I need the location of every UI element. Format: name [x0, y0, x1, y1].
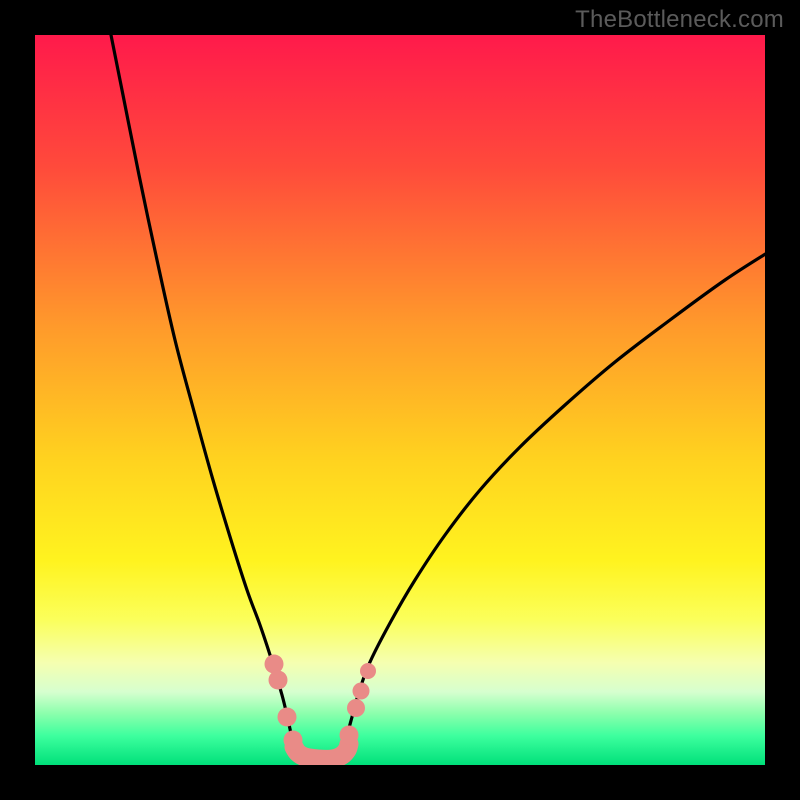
marker-dot-5 [347, 699, 365, 717]
marker-dot-1 [269, 671, 288, 690]
watermark-text: TheBottleneck.com [575, 6, 784, 34]
marker-dot-6 [353, 683, 370, 700]
curve-layer [35, 35, 765, 765]
series-valley-floor [294, 744, 349, 759]
plot-area [35, 35, 765, 765]
marker-dot-0 [265, 655, 284, 674]
marker-dot-7 [360, 663, 376, 679]
marker-dot-3 [284, 731, 303, 750]
series-left-curve [109, 35, 293, 743]
outer-frame: TheBottleneck.com [0, 0, 800, 800]
marker-dot-4 [340, 726, 359, 745]
marker-dot-2 [278, 708, 297, 727]
series-right-curve [345, 248, 765, 743]
